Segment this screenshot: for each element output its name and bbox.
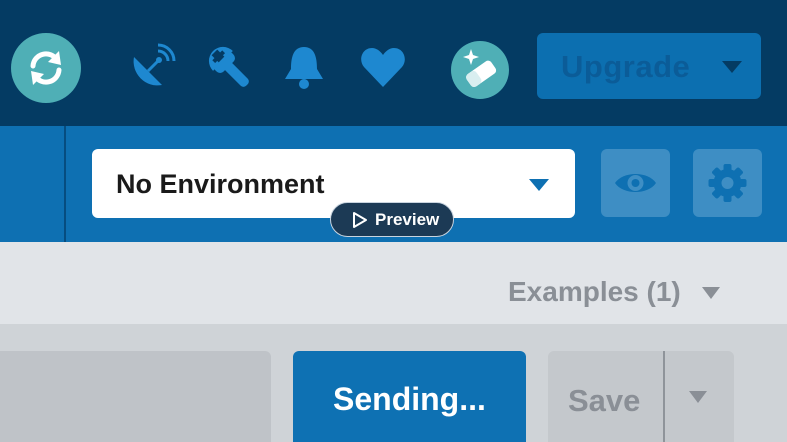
chevron-down-icon (529, 179, 549, 191)
sync-icon (30, 51, 62, 85)
upgrade-button[interactable]: Upgrade (537, 33, 761, 99)
chevron-down-icon (722, 61, 742, 73)
manage-environments-button[interactable] (693, 149, 762, 217)
eye-icon (615, 174, 656, 192)
bell-icon[interactable] (282, 43, 326, 91)
send-button-label: Sending... (333, 381, 486, 417)
save-button[interactable]: Save (548, 351, 663, 442)
upgrade-label: Upgrade (561, 49, 691, 84)
environment-quick-look-button[interactable] (601, 149, 670, 217)
satellite-dish-icon[interactable] (128, 43, 176, 91)
request-url-input[interactable] (0, 351, 271, 442)
magic-button[interactable] (451, 41, 509, 99)
chevron-down-icon[interactable] (702, 287, 720, 299)
play-icon (353, 212, 367, 228)
save-options-button[interactable] (665, 351, 734, 442)
preview-button[interactable]: Preview (330, 202, 454, 237)
preview-label: Preview (375, 210, 440, 229)
bar-divider (64, 126, 66, 242)
gear-icon (708, 164, 747, 202)
chevron-down-icon (689, 391, 707, 403)
environment-selected-label: No Environment (116, 169, 325, 199)
heart-icon[interactable] (359, 45, 407, 89)
send-button[interactable]: Sending... (293, 351, 526, 442)
sync-button[interactable] (11, 33, 81, 103)
magic-eraser-icon (463, 49, 497, 88)
wrench-icon[interactable] (205, 44, 255, 92)
examples-dropdown-label[interactable]: Examples (1) (508, 276, 681, 308)
save-button-label: Save (568, 383, 641, 418)
